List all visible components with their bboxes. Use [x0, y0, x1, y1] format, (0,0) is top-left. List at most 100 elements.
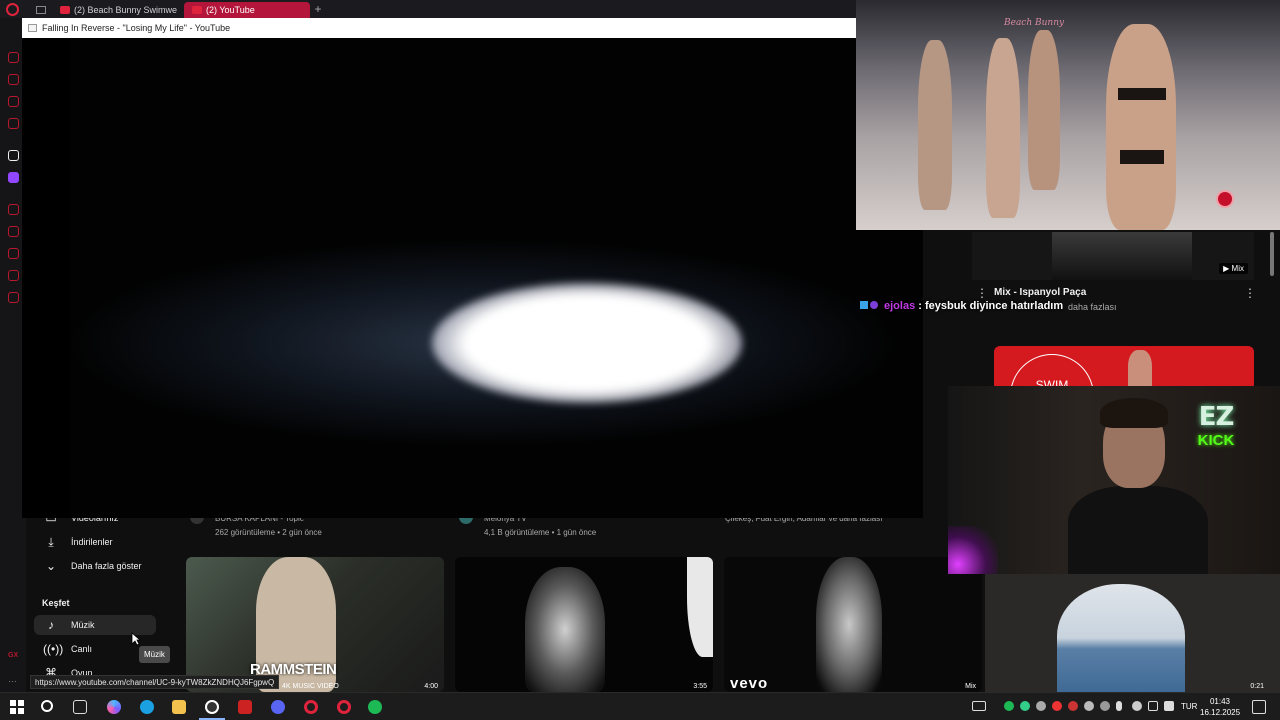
music-icon: ♪	[48, 618, 54, 632]
youtube-favicon-icon	[192, 6, 202, 14]
duration-badge: 0:21	[1250, 683, 1264, 690]
tray-icon[interactable]	[1020, 701, 1030, 711]
nav-tooltip: Müzik	[139, 646, 170, 663]
video-thumbnail-2[interactable]: 3:55	[455, 557, 713, 692]
browser-tab-bar: (2) Beach Bunny Swimwe (2) YouTube +	[0, 0, 860, 18]
video-thumbnail-3[interactable]: vevo Mix	[724, 557, 982, 692]
clock[interactable]: 01:43 16.12.2025	[1200, 696, 1240, 718]
tray-icon[interactable]	[1100, 701, 1110, 711]
streamer-body	[1068, 486, 1208, 574]
nav-downloads[interactable]: ⤓ İndirilenler	[34, 532, 156, 552]
shopping-icon[interactable]	[8, 74, 19, 85]
opera-logo-icon[interactable]	[6, 3, 19, 16]
more-options-icon[interactable]: ⋮	[976, 286, 988, 300]
tray-icon[interactable]	[1068, 701, 1078, 711]
gx-mail-icon[interactable]	[8, 118, 19, 129]
mouse-cursor-icon	[131, 632, 141, 646]
model-figure	[1106, 24, 1176, 230]
model-figure	[986, 38, 1020, 218]
tray-icon[interactable]	[1084, 701, 1094, 711]
chat-separator: :	[915, 300, 925, 312]
spotify-icon[interactable]	[368, 700, 382, 714]
thumbnail-subtitle-text: 4K MUSIC VIDEO	[282, 683, 339, 690]
nav-show-more[interactable]: ⌄ Daha fazla göster	[34, 556, 156, 576]
messenger-icon[interactable]	[8, 96, 19, 107]
model-figure	[918, 40, 952, 210]
copilot-icon[interactable]	[107, 700, 121, 714]
clock-icon[interactable]	[8, 204, 19, 215]
opera-gx-icon[interactable]	[337, 700, 351, 714]
language-indicator[interactable]: TUR	[1181, 702, 1197, 711]
cave-opening	[1057, 584, 1185, 692]
discord-icon[interactable]	[271, 700, 285, 714]
more-options-icon[interactable]: ⋮	[1244, 286, 1256, 300]
pip-video-player[interactable]	[22, 38, 923, 518]
mix-title[interactable]: Mix - Ispanyol Paça	[994, 287, 1086, 298]
swimwear-top	[1118, 88, 1166, 100]
model-figure	[1028, 30, 1060, 190]
volume-icon[interactable]	[1164, 701, 1174, 711]
microphone-icon[interactable]	[1116, 701, 1122, 711]
tray-icon[interactable]	[1132, 701, 1142, 711]
tray-icon[interactable]	[1036, 701, 1046, 711]
pip-window-title: Falling In Reverse - "Losing My Life" - …	[42, 23, 231, 33]
vevo-logo: vevo	[730, 675, 769, 692]
voicemod-icon[interactable]	[238, 700, 252, 714]
chat-text: feysbuk diyince hatırladım	[924, 300, 1064, 312]
chevron-down-icon: ⌄	[45, 559, 57, 573]
network-icon[interactable]	[1148, 701, 1158, 711]
cave-thumbnail[interactable]: 0:21	[985, 574, 1280, 692]
thumbnail-figure	[525, 567, 605, 692]
pip-window-titlebar[interactable]: Falling In Reverse - "Losing My Life" - …	[22, 18, 857, 38]
opera-icon[interactable]	[304, 700, 318, 714]
tab-youtube[interactable]: (2) YouTube	[184, 2, 310, 18]
video-thumbnail-rammstein[interactable]: RAMMSTEIN 4K MUSIC VIDEO 4:00	[186, 557, 444, 692]
scrollbar-thumb[interactable]	[1270, 232, 1274, 276]
search-icon[interactable]	[41, 700, 53, 712]
keyboard-icon[interactable]	[972, 701, 986, 711]
tray-icon[interactable]	[1052, 701, 1062, 711]
mix-thumbnail[interactable]: ▶ Mix	[972, 232, 1254, 280]
mix-more-link[interactable]: daha fazlası	[1068, 302, 1117, 312]
spotify-tray-icon[interactable]	[1004, 701, 1014, 711]
tab-beach-bunny[interactable]: (2) Beach Bunny Swimwe	[52, 2, 180, 18]
more-icon[interactable]: …	[8, 674, 19, 685]
live-icon: ((•))	[43, 642, 64, 656]
duration-badge: 3:55	[693, 683, 707, 690]
swim-thumbnail[interactable]: SWIM	[994, 346, 1254, 390]
link-status-url: https://www.youtube.com/channel/UC-9-kyT…	[30, 675, 280, 689]
gx-logo-icon[interactable]: GX	[8, 652, 19, 663]
desktop: (2) Beach Bunny Swimwe (2) YouTube + GX …	[0, 0, 1280, 720]
record-icon	[1216, 190, 1234, 208]
aria-icon[interactable]	[8, 150, 19, 161]
brand-watermark: Beach Bunny	[1004, 18, 1065, 28]
nav-label: Müzik	[71, 620, 95, 630]
history-2-icon[interactable]	[8, 248, 19, 259]
notifications-icon[interactable]	[1252, 700, 1266, 714]
mix-thumbnail-image	[1052, 232, 1192, 280]
chat-badge-icon	[870, 301, 878, 309]
video-light-glow	[432, 283, 742, 403]
history-icon[interactable]	[8, 52, 19, 63]
rgb-light	[948, 526, 998, 574]
clock-date: 16.12.2025	[1200, 708, 1241, 717]
file-explorer-icon[interactable]	[172, 700, 186, 714]
nav-label: Canlı	[71, 644, 93, 654]
nav-label: Daha fazla göster	[71, 561, 142, 571]
twitch-icon[interactable]	[8, 172, 19, 183]
windows-taskbar: TUR 01:43 16.12.2025	[0, 692, 1280, 720]
edge-icon[interactable]	[140, 700, 154, 714]
nav-section-title: Keşfet	[42, 598, 70, 608]
windows-start-icon[interactable]	[10, 700, 24, 714]
task-view-icon[interactable]	[73, 700, 87, 714]
bookmark-icon[interactable]	[8, 226, 19, 237]
obs-icon[interactable]	[205, 700, 219, 714]
swim-logo: SWIM	[1010, 354, 1094, 390]
nav-label: İndirilenler	[71, 537, 113, 547]
new-tab-button[interactable]: +	[312, 2, 324, 16]
youtube-favicon-icon	[60, 6, 70, 14]
extensions-icon[interactable]	[8, 270, 19, 281]
tab-island-icon[interactable]	[36, 6, 46, 14]
settings-icon[interactable]	[8, 292, 19, 303]
duration-badge: 4:00	[424, 683, 438, 690]
